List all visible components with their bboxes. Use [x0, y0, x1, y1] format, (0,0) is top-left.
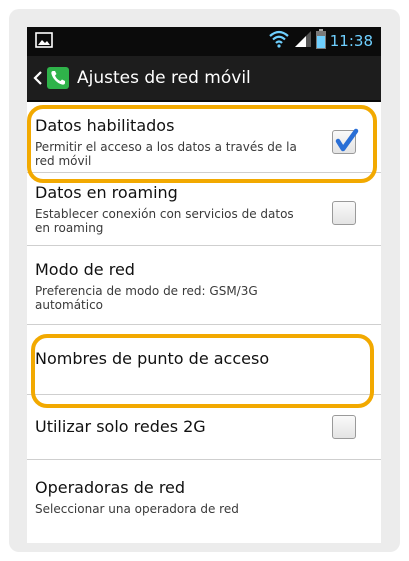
back-chevron-icon[interactable]: [33, 68, 43, 88]
use-2g-only-checkbox[interactable]: [332, 415, 356, 439]
setting-title: Datos habilitados: [35, 116, 175, 135]
setting-title: Datos en roaming: [35, 183, 178, 202]
status-bar: 11:38: [27, 27, 381, 56]
setting-subtitle: Establecer conexión con servicios de dat…: [35, 207, 294, 235]
setting-data-enabled[interactable]: Datos habilitados Permitir el acceso a l…: [27, 104, 381, 173]
battery-icon: [315, 29, 326, 53]
setting-subtitle: Permitir el acceso a los datos a través …: [35, 140, 297, 168]
setting-subtitle: Seleccionar una operadora de red: [35, 502, 239, 516]
settings-list: Datos habilitados Permitir el acceso a l…: [27, 104, 381, 543]
signal-icon: [294, 30, 312, 52]
setting-network-mode[interactable]: Modo de red Preferencia de modo de red: …: [27, 246, 381, 325]
setting-use-2g-only[interactable]: Utilizar solo redes 2G: [27, 395, 381, 460]
data-roaming-checkbox[interactable]: [332, 201, 356, 225]
phone-app-icon[interactable]: [47, 67, 69, 89]
setting-title: Operadoras de red: [35, 478, 186, 497]
setting-subtitle: Preferencia de modo de red: GSM/3G autom…: [35, 284, 258, 312]
phone-screen: 11:38 Ajustes de red móvil Datos habilit…: [27, 27, 381, 543]
page-title: Ajustes de red móvil: [77, 68, 251, 88]
wifi-icon: [268, 30, 290, 52]
status-time: 11:38: [329, 32, 373, 50]
action-bar: Ajustes de red móvil: [27, 56, 381, 102]
setting-access-point-names[interactable]: Nombres de punto de acceso: [27, 325, 381, 395]
data-enabled-checkbox[interactable]: [332, 128, 359, 154]
setting-title: Modo de red: [35, 260, 135, 279]
setting-network-operators[interactable]: Operadoras de red Seleccionar una operad…: [27, 460, 381, 543]
setting-title: Nombres de punto de acceso: [35, 349, 270, 368]
setting-title: Utilizar solo redes 2G: [35, 417, 206, 436]
setting-data-roaming[interactable]: Datos en roaming Establecer conexión con…: [27, 173, 381, 246]
check-icon: [335, 128, 359, 152]
image-icon: [35, 32, 53, 52]
